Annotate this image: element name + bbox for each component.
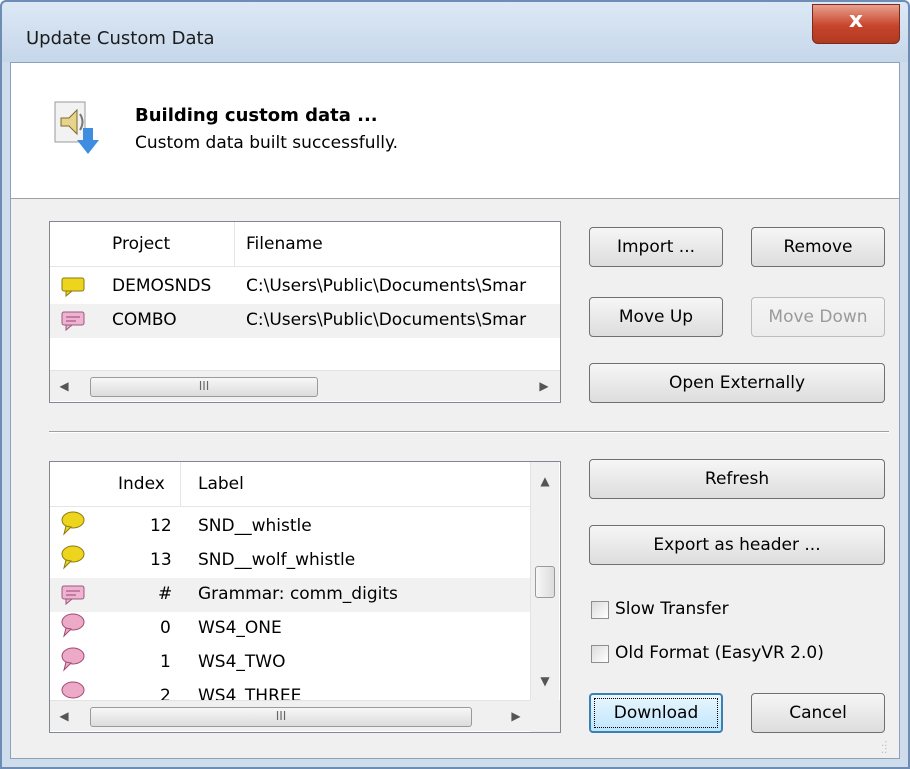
pink-grammar-bubble-icon (61, 585, 85, 606)
cancel-button[interactable]: Cancel (751, 693, 885, 733)
dialog-header: Building custom data ... Custom data bui… (11, 63, 899, 199)
item-label: WS4_TWO (198, 652, 286, 672)
update-custom-data-window: Update Custom Data x Building custom dat… (0, 0, 910, 769)
resize-grip-icon[interactable]: .:.: (881, 739, 895, 756)
import-button[interactable]: Import ... (589, 227, 723, 267)
items-list-header: Index Label (50, 462, 532, 507)
project-name: DEMOSNDS (112, 276, 212, 296)
old-format-label: Old Format (EasyVR 2.0) (615, 643, 824, 663)
header-title: Building custom data ... (135, 105, 378, 126)
scroll-corner (530, 700, 560, 732)
project-filename: C:\Users\Public\Documents\Smar (246, 276, 527, 296)
sound-download-icon (54, 101, 99, 154)
scroll-down-arrow-icon[interactable]: ▼ (531, 666, 559, 696)
items-vertical-scrollbar[interactable]: ▲ ▼ (530, 462, 559, 700)
download-button[interactable]: Download (589, 693, 723, 733)
scroll-left-arrow-icon[interactable]: ◀ (50, 371, 78, 401)
scroll-right-arrow-icon[interactable]: ▶ (502, 701, 530, 731)
scroll-right-arrow-icon[interactable]: ▶ (530, 371, 558, 401)
item-index: 13 (150, 550, 172, 570)
dialog-body: Building custom data ... Custom data bui… (10, 62, 900, 759)
project-row[interactable]: DEMOSNDS C:\Users\Public\Documents\Smar (50, 270, 560, 304)
item-index: 0 (160, 618, 171, 638)
remove-button[interactable]: Remove (751, 227, 885, 267)
move-up-button[interactable]: Move Up (589, 297, 723, 337)
pink-bubble-icon (61, 613, 85, 638)
projects-list-header: Project Filename (50, 222, 560, 267)
list-item[interactable]: 12 SND__whistle (50, 510, 530, 544)
open-externally-button[interactable]: Open Externally (589, 363, 885, 403)
list-item[interactable]: 1 WS4_TWO (50, 646, 530, 680)
yellow-speech-bubble-icon (61, 277, 85, 298)
column-header-project[interactable]: Project (112, 234, 170, 254)
scroll-up-arrow-icon[interactable]: ▲ (531, 466, 559, 496)
column-header-label[interactable]: Label (198, 474, 244, 494)
focus-rectangle (594, 698, 718, 728)
list-item[interactable]: 2 WS4_THREE (50, 680, 530, 700)
title-bar: Update Custom Data x (2, 2, 908, 62)
item-index: 12 (150, 516, 172, 536)
item-index: # (158, 584, 173, 604)
item-index: 2 (160, 686, 171, 700)
move-down-button[interactable]: Move Down (751, 297, 885, 337)
scroll-left-arrow-icon[interactable]: ◀ (50, 701, 78, 731)
item-label: SND__wolf_whistle (198, 550, 356, 570)
item-index: 1 (160, 652, 171, 672)
slow-transfer-checkbox-box[interactable] (591, 601, 609, 619)
custom-data-list[interactable]: Index Label 12 SND__whistle 13 SND__wolf… (49, 461, 561, 733)
pink-bubble-icon (61, 681, 85, 699)
item-label: WS4_ONE (198, 618, 282, 638)
old-format-checkbox-box[interactable] (591, 645, 609, 663)
pink-bubble-icon (61, 647, 85, 672)
old-format-checkbox[interactable]: Old Format (EasyVR 2.0) (591, 643, 881, 669)
item-label: WS4_THREE (198, 686, 302, 700)
window-title: Update Custom Data (26, 28, 215, 49)
project-name: COMBO (112, 310, 177, 330)
scroll-thumb[interactable]: III (90, 377, 318, 397)
item-label: SND__whistle (198, 516, 312, 536)
refresh-button[interactable]: Refresh (589, 459, 885, 499)
yellow-bubble-icon (61, 511, 85, 536)
slow-transfer-label: Slow Transfer (615, 599, 729, 619)
scroll-thumb[interactable] (535, 566, 555, 598)
item-label: Grammar: comm_digits (198, 584, 398, 604)
slow-transfer-checkbox[interactable]: Slow Transfer (591, 599, 851, 625)
pink-speech-bubble-icon (61, 311, 85, 332)
scroll-thumb[interactable]: III (90, 707, 472, 727)
list-item[interactable]: 0 WS4_ONE (50, 612, 530, 646)
column-header-index[interactable]: Index (118, 474, 165, 494)
list-item[interactable]: # Grammar: comm_digits (50, 578, 530, 612)
items-horizontal-scrollbar[interactable]: ◀ III ▶ (50, 700, 530, 731)
projects-horizontal-scrollbar[interactable]: ◀ III ▶ (50, 370, 560, 401)
close-icon: x (848, 8, 864, 33)
header-subtitle: Custom data built successfully. (135, 133, 399, 153)
project-row[interactable]: COMBO C:\Users\Public\Documents\Smar (50, 304, 560, 338)
column-header-filename[interactable]: Filename (246, 234, 323, 254)
export-header-button[interactable]: Export as header ... (589, 525, 885, 565)
close-button[interactable]: x (812, 4, 900, 44)
yellow-bubble-icon (61, 545, 85, 570)
section-divider (49, 431, 889, 433)
projects-list[interactable]: Project Filename DEMOSNDS C:\Users\Publi… (49, 221, 561, 403)
list-item[interactable]: 13 SND__wolf_whistle (50, 544, 530, 578)
project-filename: C:\Users\Public\Documents\Smar (246, 310, 527, 330)
